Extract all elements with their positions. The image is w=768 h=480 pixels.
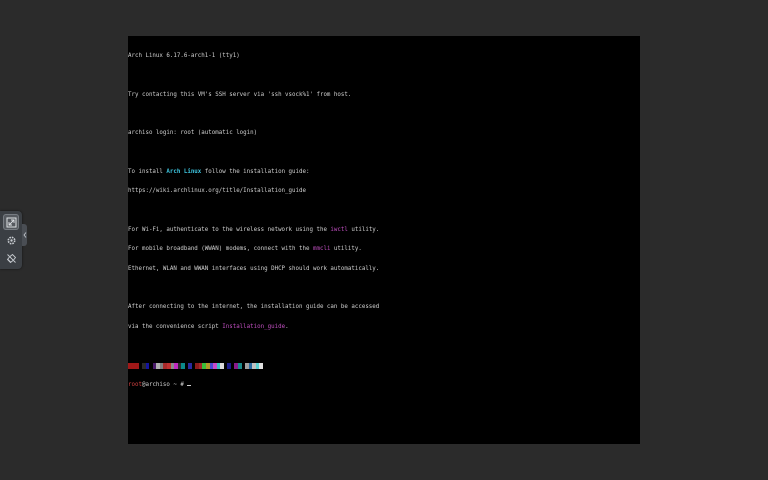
unlink-icon bbox=[6, 253, 16, 263]
console-line: archiso login: root (automatic login) bbox=[128, 130, 258, 137]
console-line: https://wiki.archlinux.org/title/Install… bbox=[128, 188, 306, 195]
console-line-install: To install Arch Linux follow the install… bbox=[128, 169, 640, 175]
console-line: Ethernet, WLAN and WWAN interfaces using… bbox=[128, 265, 380, 272]
disconnect-button[interactable] bbox=[3, 250, 19, 266]
vm-console-screen[interactable]: Arch Linux 6.17.6-arch1-1 (tty1) Try con… bbox=[128, 36, 640, 444]
text: For Wi-Fi, authenticate to the wireless … bbox=[128, 227, 331, 233]
console-line: After connecting to the internet, the in… bbox=[128, 304, 380, 311]
toolbar-collapse-handle[interactable] bbox=[22, 224, 27, 246]
palette-swatch bbox=[259, 362, 263, 369]
text: For mobile broadband (WWAN) modems, conn… bbox=[128, 246, 313, 253]
prompt-host: @archiso bbox=[141, 381, 170, 388]
text: utility. bbox=[347, 227, 380, 233]
prompt-user: root bbox=[128, 381, 142, 388]
color-palette-strip bbox=[128, 362, 640, 369]
console-line: Arch Linux 6.17.6-arch1-1 (tty1) bbox=[128, 52, 240, 59]
text: follow the installation guide: bbox=[201, 168, 310, 175]
vm-viewport: Arch Linux 6.17.6-arch1-1 (tty1) Try con… bbox=[0, 0, 768, 480]
mmcli-command: mmcli bbox=[312, 246, 331, 253]
gear-icon bbox=[6, 235, 16, 245]
iwctl-command: iwctl bbox=[330, 227, 348, 233]
console-line-wwan: For mobile broadband (WWAN) modems, conn… bbox=[128, 246, 640, 252]
console-line-guide: via the convenience script Installation_… bbox=[128, 324, 640, 330]
text: . bbox=[285, 323, 289, 330]
text: To install bbox=[128, 168, 167, 175]
arch-linux-brand: Arch Linux bbox=[166, 168, 202, 175]
settings-button[interactable] bbox=[3, 232, 19, 248]
resize-button[interactable] bbox=[3, 214, 19, 230]
text-cursor bbox=[187, 384, 191, 386]
chevron-left-icon bbox=[22, 232, 26, 238]
resize-icon bbox=[6, 217, 16, 227]
shell-prompt[interactable]: root@archiso ~ # bbox=[128, 382, 640, 388]
side-toolbar bbox=[0, 211, 22, 269]
tty-console: Arch Linux 6.17.6-arch1-1 (tty1) Try con… bbox=[128, 40, 640, 401]
text: utility. bbox=[330, 246, 362, 253]
console-line: Try contacting this VM's SSH server via … bbox=[128, 91, 352, 98]
prompt-tail: ~ # bbox=[169, 381, 188, 388]
installation-guide-command: Installation_guide bbox=[222, 323, 286, 330]
console-line-wifi: For Wi-Fi, authenticate to the wireless … bbox=[128, 227, 640, 233]
text: via the convenience script bbox=[128, 323, 223, 330]
